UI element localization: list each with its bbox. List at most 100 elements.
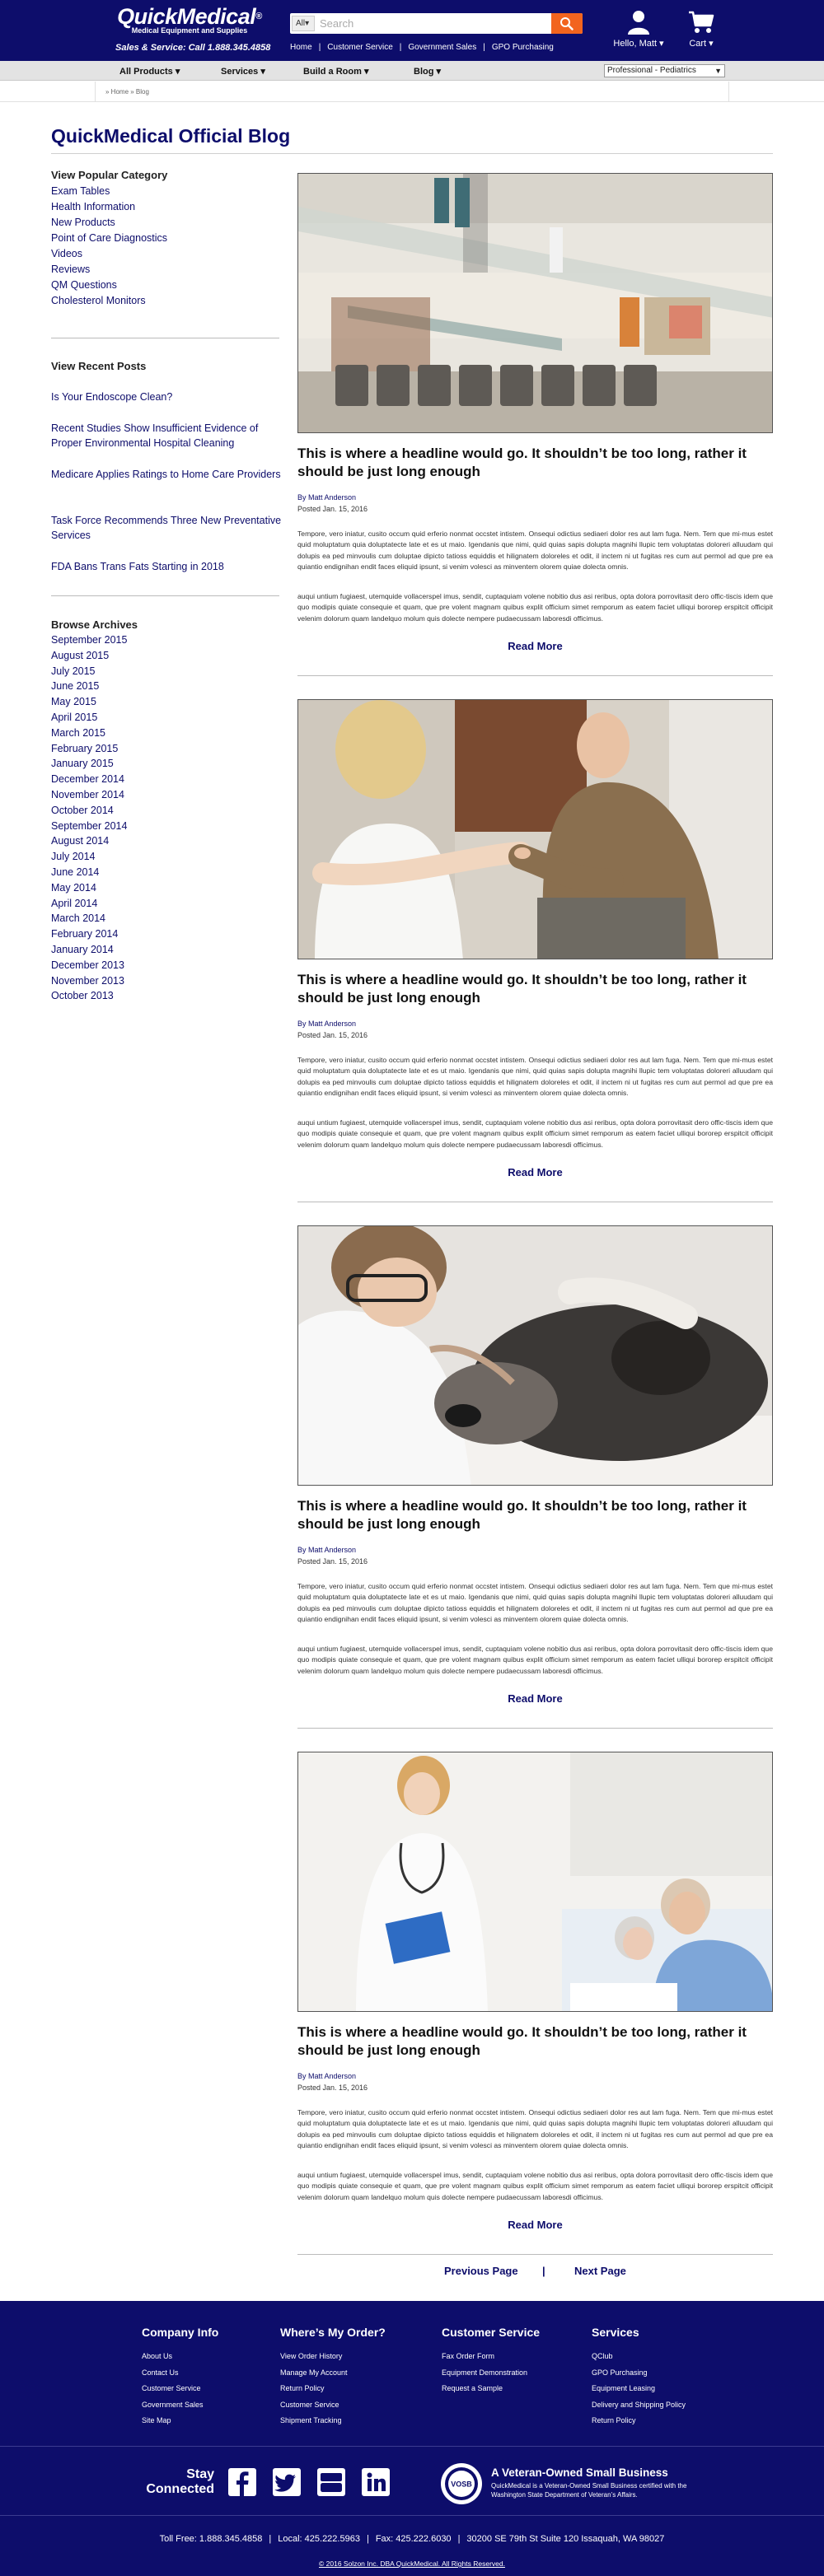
logo-tagline: Medical Equipment and Supplies [131, 26, 248, 35]
local-number[interactable]: Local: 425.222.5963 [278, 2534, 360, 2544]
archive-link[interactable]: November 2013 [51, 973, 127, 989]
nav-government-sales[interactable]: Government Sales [408, 43, 476, 52]
category-link[interactable]: Health Information [51, 199, 167, 215]
footer-link[interactable]: Equipment Demonstration [442, 2365, 540, 2382]
archive-link[interactable]: January 2015 [51, 756, 127, 772]
twitter-icon[interactable] [272, 2467, 302, 2497]
nav-home[interactable]: Home [290, 43, 312, 52]
footer-link[interactable]: Delivery and Shipping Policy [592, 2397, 686, 2414]
footer-link[interactable]: Shipment Tracking [280, 2413, 386, 2429]
category-link[interactable]: Cholesterol Monitors [51, 293, 167, 309]
account-menu[interactable]: Hello, Matt ▾ [606, 10, 672, 49]
category-link[interactable]: Videos [51, 246, 167, 262]
recent-post-link[interactable]: Is Your Endoscope Clean? [51, 390, 282, 404]
search-button[interactable] [551, 13, 583, 34]
post-author[interactable]: By Matt Anderson [297, 1546, 356, 1554]
recent-post-link[interactable]: FDA Bans Trans Fats Starting in 2018 [51, 559, 282, 574]
read-more-link[interactable]: Read More [297, 640, 773, 652]
footer-link[interactable]: Request a Sample [442, 2381, 540, 2397]
archive-link[interactable]: April 2015 [51, 710, 127, 726]
archive-link[interactable]: June 2015 [51, 679, 127, 694]
previous-page-link[interactable]: Previous Page [444, 2265, 518, 2277]
post-image-hospital-lobby[interactable] [297, 173, 773, 433]
post-headline[interactable]: This is where a headline would go. It sh… [297, 445, 773, 481]
archive-link[interactable]: April 2014 [51, 896, 127, 912]
footer-link[interactable]: About Us [142, 2349, 218, 2365]
divider [0, 2446, 824, 2447]
logo[interactable]: QuickMedical® Medical Equipment and Supp… [111, 4, 268, 35]
archive-link[interactable]: July 2014 [51, 849, 127, 865]
post-image-doctor-with-patients[interactable] [297, 1752, 773, 2012]
archive-link[interactable]: September 2014 [51, 819, 127, 834]
footer-link[interactable]: Return Policy [280, 2381, 386, 2397]
post-headline[interactable]: This is where a headline would go. It sh… [297, 971, 773, 1007]
linkedin-icon[interactable] [361, 2467, 391, 2497]
category-link[interactable]: New Products [51, 215, 167, 231]
footer-link[interactable]: View Order History [280, 2349, 386, 2365]
menu-all-products[interactable]: All Products ▾ [119, 66, 180, 77]
facebook-icon[interactable] [227, 2467, 257, 2497]
search-category-select[interactable]: All▾ [292, 16, 315, 31]
archive-link[interactable]: December 2013 [51, 958, 127, 973]
post-author[interactable]: By Matt Anderson [297, 2072, 356, 2080]
archive-link[interactable]: March 2015 [51, 726, 127, 741]
footer-link[interactable]: Manage My Account [280, 2365, 386, 2382]
footer-link[interactable]: Contact Us [142, 2365, 218, 2382]
copyright[interactable]: © 2016 Solzon Inc. DBA QuickMedical. All… [0, 2560, 824, 2568]
post-image-veterinarian[interactable] [297, 1225, 773, 1486]
professional-select[interactable]: Professional - Pediatrics ▼ [604, 64, 725, 77]
footer-link[interactable]: Government Sales [142, 2397, 218, 2414]
footer-link[interactable]: GPO Purchasing [592, 2365, 686, 2382]
toll-free-number[interactable]: Toll Free: 1.888.345.4858 [160, 2534, 263, 2544]
footer-link[interactable]: Fax Order Form [442, 2349, 540, 2365]
archive-link[interactable]: August 2015 [51, 648, 127, 664]
search-input[interactable] [320, 14, 550, 33]
read-more-link[interactable]: Read More [297, 1692, 773, 1705]
archive-link[interactable]: November 2014 [51, 787, 127, 803]
footer-link[interactable]: Return Policy [592, 2413, 686, 2429]
logo-name: QuickMedical [117, 4, 256, 29]
archive-link[interactable]: May 2014 [51, 880, 127, 896]
recent-post-link[interactable]: Task Force Recommends Three New Preventa… [51, 513, 282, 543]
menu-build-a-room[interactable]: Build a Room ▾ [303, 66, 368, 77]
nav-gpo-purchasing[interactable]: GPO Purchasing [492, 43, 554, 52]
recent-post-link[interactable]: Medicare Applies Ratings to Home Care Pr… [51, 467, 282, 482]
archive-link[interactable]: March 2014 [51, 911, 127, 926]
read-more-link[interactable]: Read More [297, 2219, 773, 2231]
archive-link[interactable]: February 2014 [51, 926, 127, 942]
category-link[interactable]: Point of Care Diagnostics [51, 231, 167, 246]
breadcrumb[interactable]: » Home » Blog [105, 88, 149, 96]
post-headline[interactable]: This is where a headline would go. It sh… [297, 1497, 773, 1533]
archive-link[interactable]: February 2015 [51, 741, 127, 757]
footer-link[interactable]: Equipment Leasing [592, 2381, 686, 2397]
category-link[interactable]: Exam Tables [51, 184, 167, 199]
menu-services[interactable]: Services ▾ [221, 66, 265, 77]
post-paragraph: Tempore, vero iniatur, cusito occum quid… [297, 1056, 773, 1098]
recent-post-link[interactable]: Recent Studies Show Insufficient Evidenc… [51, 421, 282, 450]
post-headline[interactable]: This is where a headline would go. It sh… [297, 2023, 773, 2060]
archive-link[interactable]: May 2015 [51, 694, 127, 710]
nav-customer-service[interactable]: Customer Service [327, 43, 392, 52]
menu-blog[interactable]: Blog ▾ [414, 66, 441, 77]
archive-link[interactable]: August 2014 [51, 833, 127, 849]
next-page-link[interactable]: Next Page [574, 2265, 626, 2277]
post-author[interactable]: By Matt Anderson [297, 493, 356, 502]
read-more-link[interactable]: Read More [297, 1166, 773, 1178]
post-author[interactable]: By Matt Anderson [297, 1020, 356, 1028]
archive-link[interactable]: October 2014 [51, 803, 127, 819]
archive-link[interactable]: June 2014 [51, 865, 127, 880]
archive-link[interactable]: December 2014 [51, 772, 127, 787]
archive-link[interactable]: September 2015 [51, 632, 127, 648]
category-link[interactable]: Reviews [51, 262, 167, 278]
footer-link[interactable]: Site Map [142, 2413, 218, 2429]
footer-link[interactable]: QClub [592, 2349, 686, 2365]
youtube-icon[interactable] [316, 2467, 346, 2497]
archive-link[interactable]: October 2013 [51, 988, 127, 1004]
category-link[interactable]: QM Questions [51, 278, 167, 293]
footer-link[interactable]: Customer Service [280, 2397, 386, 2414]
post-image-blood-draw[interactable] [297, 699, 773, 959]
archive-link[interactable]: July 2015 [51, 664, 127, 679]
cart-button[interactable]: Cart ▾ [681, 10, 722, 49]
archive-link[interactable]: January 2014 [51, 942, 127, 958]
footer-link[interactable]: Customer Service [142, 2381, 218, 2397]
